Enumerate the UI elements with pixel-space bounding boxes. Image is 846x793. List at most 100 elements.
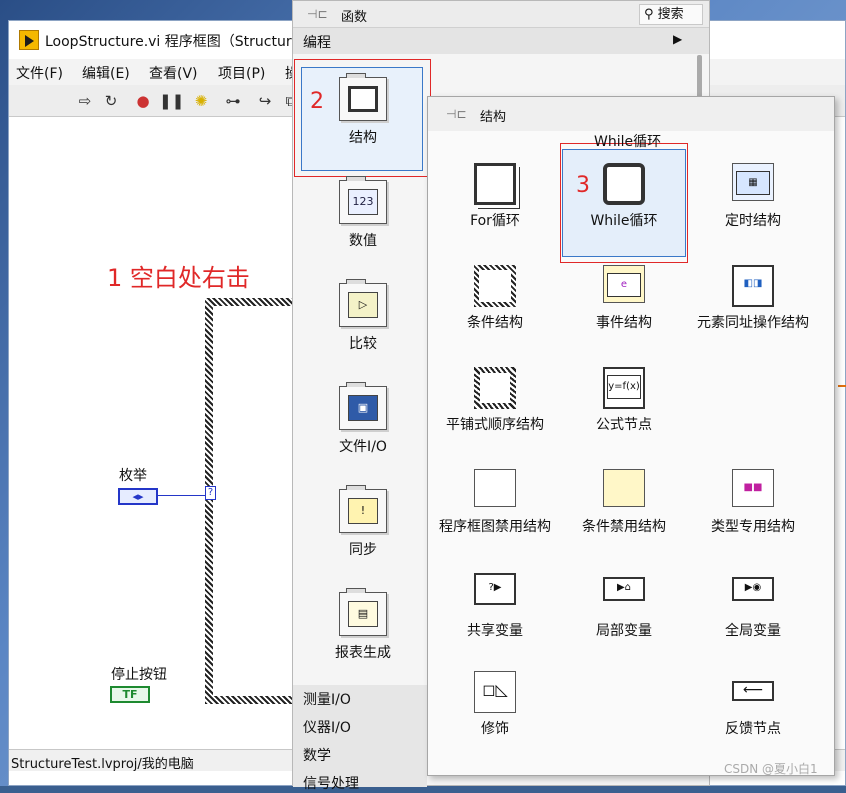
category-label: 报表生成 <box>335 645 391 661</box>
event-structure-icon: e <box>603 265 645 307</box>
in-place-element-icon: ◧◨ <box>732 265 774 307</box>
flat-sequence-icon <box>474 367 516 409</box>
shared-variable-icon: ?▶ <box>474 573 516 615</box>
item-label: While循环 <box>590 213 658 229</box>
category-measurement-io[interactable]: 测量I/O <box>303 689 351 709</box>
category-signal-processing[interactable]: 信号处理 <box>303 773 359 793</box>
formula-node-icon: y=f(x) <box>603 367 645 409</box>
pin-icon[interactable]: ⊣⊏ <box>307 7 329 21</box>
step-1-annotation: 1 空白处右击 <box>107 264 250 292</box>
item-label: 类型专用结构 <box>711 519 795 535</box>
for-loop-item[interactable]: For循环 <box>432 163 558 231</box>
decorations-icon: ◻◺ <box>474 671 516 713</box>
formula-node-item[interactable]: y=f(x) 公式节点 <box>561 367 687 435</box>
enum-wire[interactable] <box>158 495 206 496</box>
item-label: 条件结构 <box>467 315 523 331</box>
in-place-element-item[interactable]: ◧◨ 元素同址操作结构 <box>690 265 816 333</box>
enum-label: 枚举 <box>119 468 147 484</box>
case-structure-item[interactable]: 条件结构 <box>432 265 558 333</box>
pin-icon[interactable]: ⊣⊏ <box>446 107 467 121</box>
case-selector-terminal[interactable]: ? <box>205 486 216 500</box>
item-label: 事件结构 <box>596 315 652 331</box>
highlight-execution-icon[interactable]: ✺ <box>191 91 211 111</box>
item-label: 反馈节点 <box>725 721 781 737</box>
numeric-icon: 123 <box>339 176 387 224</box>
category-instrument-io[interactable]: 仪器I/O <box>303 717 351 737</box>
comparison-icon: ▷ <box>339 279 387 327</box>
event-structure-item[interactable]: e 事件结构 <box>561 265 687 333</box>
item-label: 公式节点 <box>596 417 652 433</box>
category-math[interactable]: 数学 <box>303 745 331 765</box>
category-numeric[interactable]: 123 数值 <box>313 176 413 250</box>
category-label: 文件I/O <box>339 439 387 455</box>
menu-view[interactable]: 查看(V) <box>149 63 198 83</box>
timed-structure-item[interactable]: ▦ 定时结构 <box>690 163 816 231</box>
stop-button-label: 停止按钮 <box>111 667 167 683</box>
search-button[interactable]: ⚲ 搜索 <box>639 4 703 25</box>
global-variable-item[interactable]: ▶◉ 全局变量 <box>690 573 816 641</box>
item-label: 条件禁用结构 <box>582 519 666 535</box>
palette-header: ⊣⊏ 函数 ⚲ 搜索 <box>293 1 709 28</box>
window-title: LoopStructure.vi 程序框图（StructureT <box>45 34 309 50</box>
global-variable-icon: ▶◉ <box>732 573 774 615</box>
run-arrow-icon[interactable]: ⇨ <box>75 91 95 111</box>
category-comparison[interactable]: ▷ 比较 <box>313 279 413 353</box>
category-label: 结构 <box>349 130 377 146</box>
programming-category[interactable]: 编程 ▶ <box>293 28 709 54</box>
category-sync[interactable]: ! 同步 <box>313 485 413 559</box>
decorations-item[interactable]: ◻◺ 修饰 <box>432 671 558 739</box>
enum-terminal[interactable]: ◂▸ <box>118 488 158 505</box>
watermark: CSDN @夏小白1 <box>724 762 818 776</box>
item-label: For循环 <box>470 213 520 229</box>
feedback-node-icon: ⟵ <box>732 671 774 713</box>
palette-title: 函数 <box>341 10 368 25</box>
structures-subpalette: ⊣⊏ 结构 3 While循环 For循环 While循环 ▦ 定时结构 条件结… <box>427 96 835 776</box>
category-file-io[interactable]: ▣ 文件I/O <box>313 382 413 456</box>
category-label: 数值 <box>349 233 377 249</box>
project-path: StructureTest.lvproj/我的电脑 <box>11 757 194 772</box>
conditional-disable-icon <box>603 469 645 511</box>
menu-file[interactable]: 文件(F) <box>16 63 63 83</box>
search-label: 搜索 <box>657 7 684 22</box>
for-loop-icon <box>474 163 516 205</box>
programming-label: 编程 <box>303 35 331 51</box>
stop-button-terminal[interactable]: TF <box>110 686 150 703</box>
while-loop-item[interactable]: While循环 <box>561 163 687 231</box>
category-report[interactable]: ▤ 报表生成 <box>313 588 413 662</box>
feedback-node-item[interactable]: ⟵ 反馈节点 <box>690 671 816 739</box>
expand-arrow-icon: ▶ <box>673 32 683 46</box>
wire-fragment <box>838 385 846 387</box>
run-continuous-icon[interactable]: ↻ <box>101 91 121 111</box>
flat-sequence-item[interactable]: 平铺式顺序结构 <box>432 367 558 435</box>
case-structure-icon <box>474 265 516 307</box>
item-label: 元素同址操作结构 <box>697 315 809 331</box>
item-label: 全局变量 <box>725 623 781 639</box>
file-io-icon: ▣ <box>339 382 387 430</box>
local-variable-item[interactable]: ▶⌂ 局部变量 <box>561 573 687 641</box>
step-into-icon[interactable]: ↪ <box>255 91 275 111</box>
category-structures[interactable]: 结构 <box>313 73 413 147</box>
retain-wire-values-icon[interactable]: ⊶ <box>223 91 243 111</box>
menu-edit[interactable]: 编辑(E) <box>82 63 130 83</box>
diagram-disable-icon <box>474 469 516 511</box>
structures-icon <box>339 73 387 121</box>
menu-project[interactable]: 项目(P) <box>218 63 265 83</box>
item-label: 修饰 <box>481 721 509 737</box>
report-icon: ▤ <box>339 588 387 636</box>
item-label: 局部变量 <box>596 623 652 639</box>
item-label: 定时结构 <box>725 213 781 229</box>
type-specialization-item[interactable]: ■■ 类型专用结构 <box>690 469 816 537</box>
conditional-disable-item[interactable]: 条件禁用结构 <box>561 469 687 537</box>
while-loop-tooltip: While循环 <box>594 134 662 150</box>
item-label: 共享变量 <box>467 623 523 639</box>
diagram-disable-item[interactable]: 程序框图禁用结构 <box>432 469 558 537</box>
shared-variable-item[interactable]: ?▶ 共享变量 <box>432 573 558 641</box>
type-specialization-icon: ■■ <box>732 469 774 511</box>
category-label: 比较 <box>349 336 377 352</box>
palette-bottom-list: 测量I/O 仪器I/O 数学 信号处理 <box>293 685 427 792</box>
pause-icon[interactable]: ❚❚ <box>159 91 184 111</box>
category-label: 同步 <box>349 542 377 558</box>
labview-icon <box>19 30 39 50</box>
subpalette-title: 结构 <box>480 110 507 125</box>
abort-icon[interactable]: ● <box>133 91 153 111</box>
